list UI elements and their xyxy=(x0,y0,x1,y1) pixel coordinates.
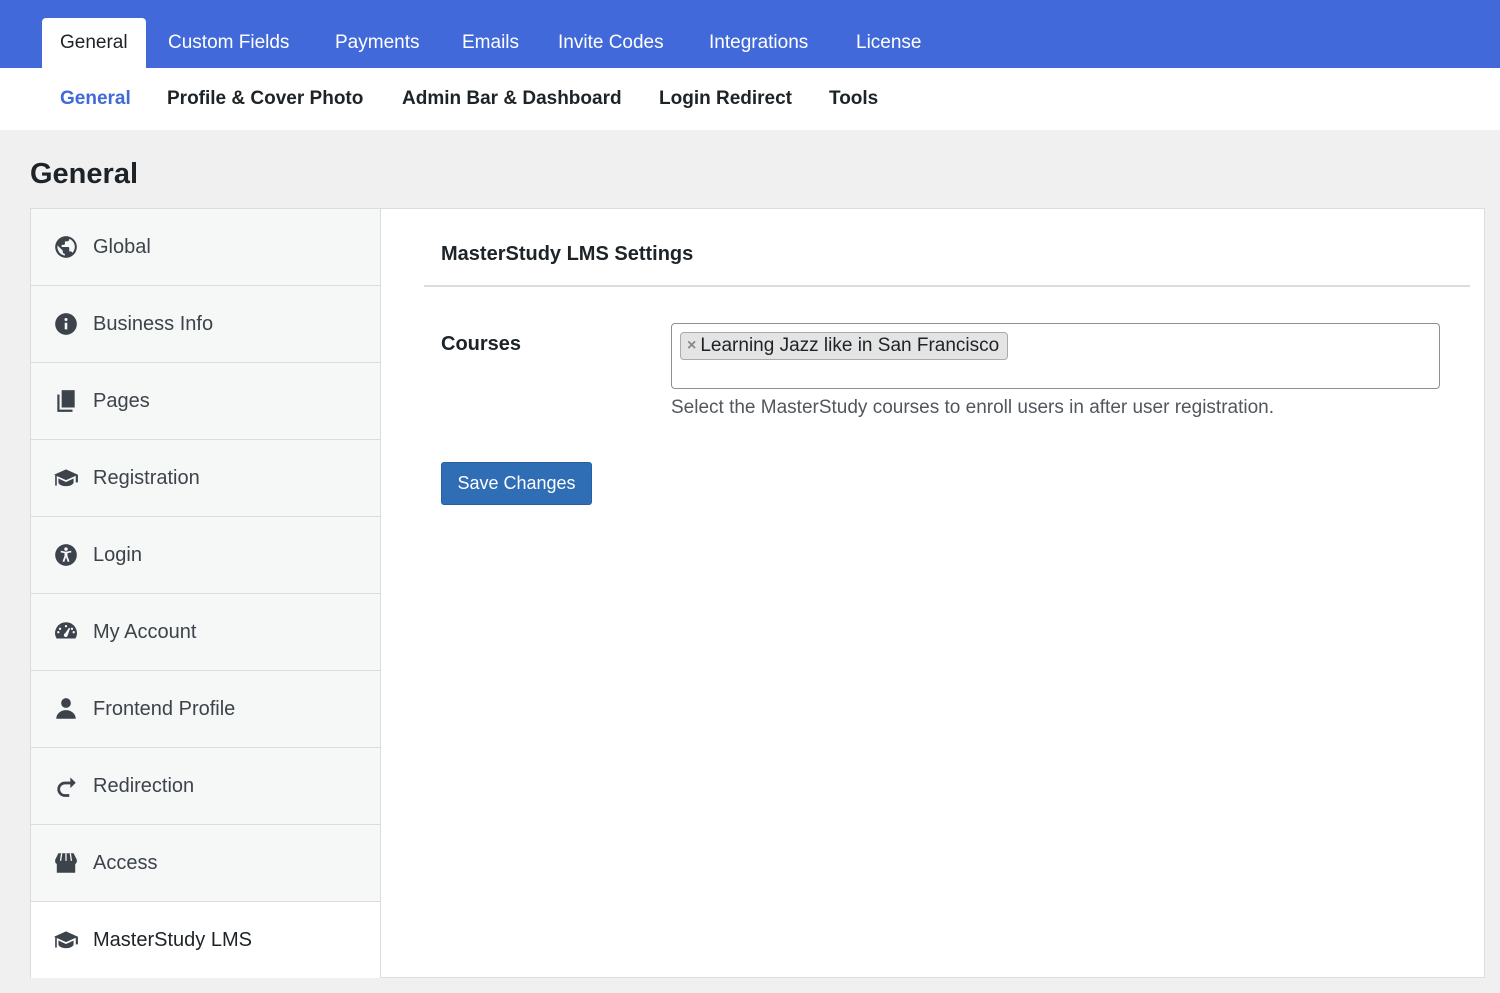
sidebar-item-label: Global xyxy=(93,235,151,258)
sidebar-item-label: MasterStudy LMS xyxy=(93,928,252,951)
selected-course-label: Learning Jazz like in San Francisco xyxy=(700,335,1000,356)
courses-field-label: Courses xyxy=(441,333,522,355)
sidebar-item-frontend-profile[interactable]: Frontend Profile xyxy=(30,670,381,747)
sidebar-item-masterstudy-lms[interactable]: MasterStudy LMS xyxy=(30,901,381,978)
top-tab-integrations[interactable]: Integrations xyxy=(691,18,826,68)
section-title: MasterStudy LMS Settings xyxy=(441,243,694,265)
sub-tab-admin-bar-dashboard[interactable]: Admin Bar & Dashboard xyxy=(402,68,622,130)
sub-tab-login-redirect[interactable]: Login Redirect xyxy=(659,68,792,130)
sidebar-item-label: Registration xyxy=(93,466,200,489)
selected-course-tag: × Learning Jazz like in San Francisco xyxy=(680,332,1009,360)
sidebar-item-login[interactable]: Login xyxy=(30,516,381,593)
sidebar-item-label: Access xyxy=(93,851,158,874)
courses-field-description: Select the MasterStudy courses to enroll… xyxy=(671,397,1274,418)
sidebar-item-my-account[interactable]: My Account xyxy=(30,593,381,670)
sidebar-item-label: Business Info xyxy=(93,312,214,335)
settings-sidebar: Global Business Info Pages Registration … xyxy=(30,208,381,978)
dashboard-icon xyxy=(52,618,80,646)
sub-tab-bar: General Profile & Cover Photo Admin Bar … xyxy=(0,68,1500,130)
sidebar-item-label: Login xyxy=(93,543,142,566)
remove-tag-icon[interactable]: × xyxy=(687,337,696,355)
top-tab-emails[interactable]: Emails xyxy=(444,18,537,68)
sidebar-item-global[interactable]: Global xyxy=(30,208,381,285)
sub-tab-tools[interactable]: Tools xyxy=(829,68,878,130)
sidebar-item-label: Pages xyxy=(93,389,150,412)
courses-multiselect[interactable]: × Learning Jazz like in San Francisco xyxy=(671,323,1440,389)
settings-content-panel: MasterStudy LMS Settings Courses × Learn… xyxy=(380,208,1485,978)
sub-tab-profile-cover-photo[interactable]: Profile & Cover Photo xyxy=(167,68,363,130)
sidebar-item-registration[interactable]: Registration xyxy=(30,439,381,516)
globe-icon xyxy=(52,233,80,261)
sidebar-item-redirection[interactable]: Redirection xyxy=(30,747,381,824)
store-icon xyxy=(52,849,80,877)
top-tab-general[interactable]: General xyxy=(42,18,146,68)
section-divider xyxy=(424,285,1470,287)
graduation-cap-icon xyxy=(52,464,80,492)
sidebar-item-access[interactable]: Access xyxy=(30,824,381,901)
sidebar-item-label: Frontend Profile xyxy=(93,697,236,720)
sidebar-item-label: Redirection xyxy=(93,774,195,797)
graduation-cap-icon xyxy=(52,926,80,954)
redo-icon xyxy=(52,772,80,800)
top-tab-bar: General Custom Fields Payments Emails In… xyxy=(0,0,1500,68)
sidebar-item-business-info[interactable]: Business Info xyxy=(30,285,381,362)
info-icon xyxy=(52,310,80,338)
top-tab-invite-codes[interactable]: Invite Codes xyxy=(540,18,682,68)
save-changes-button[interactable]: Save Changes xyxy=(441,462,592,505)
sidebar-item-label: My Account xyxy=(93,620,197,643)
user-icon xyxy=(52,695,80,723)
sub-tab-general[interactable]: General xyxy=(60,68,131,130)
top-tab-payments[interactable]: Payments xyxy=(317,18,437,68)
accessibility-icon xyxy=(52,541,80,569)
pages-icon xyxy=(52,387,80,415)
sidebar-item-pages[interactable]: Pages xyxy=(30,362,381,439)
page-title: General xyxy=(30,158,138,190)
top-tab-license[interactable]: License xyxy=(838,18,940,68)
top-tab-custom-fields[interactable]: Custom Fields xyxy=(150,18,307,68)
